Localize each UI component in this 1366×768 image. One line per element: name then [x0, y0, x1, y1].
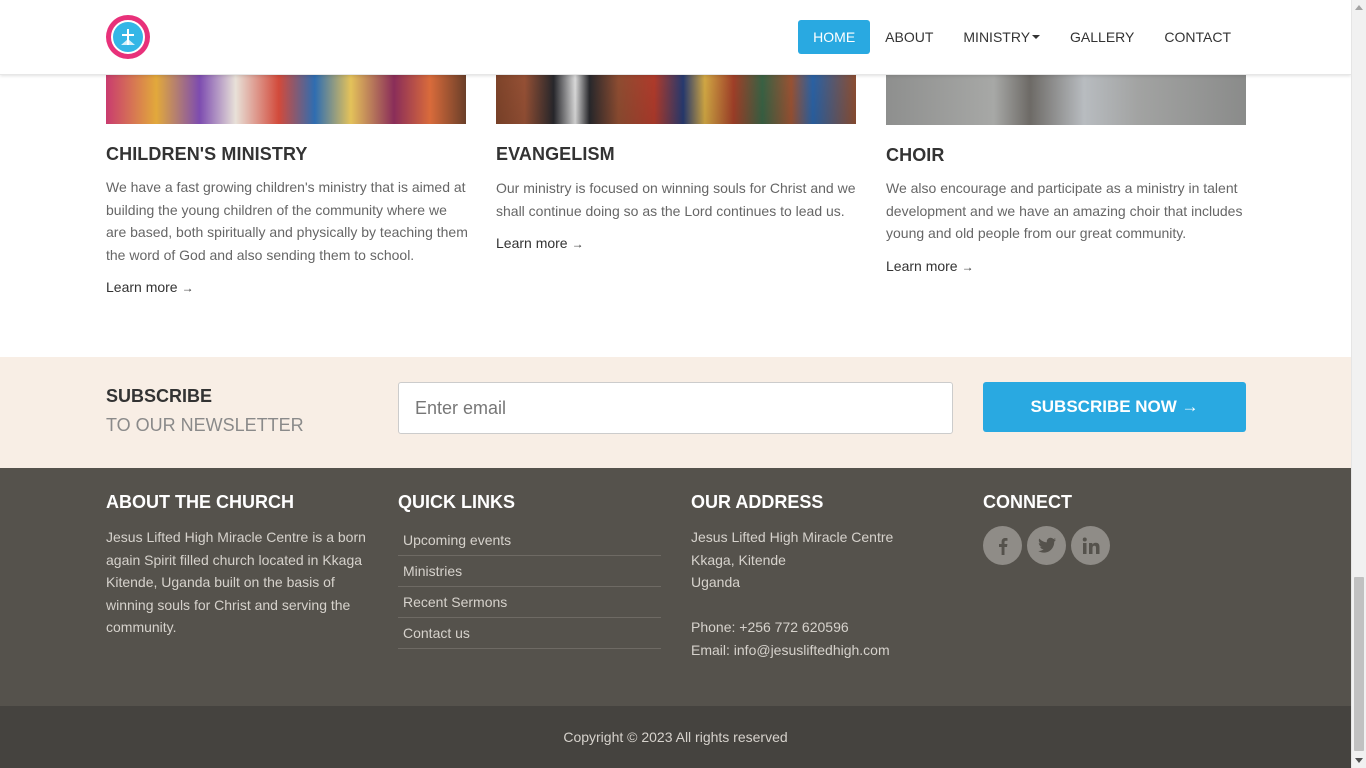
- linkedin-icon[interactable]: [1071, 526, 1110, 565]
- email-address: Email: info@jesusliftedhigh.com: [691, 641, 890, 658]
- phone-number: Phone: +256 772 620596: [691, 619, 849, 635]
- nav-ministry[interactable]: MINISTRY: [948, 20, 1055, 54]
- newsletter-section: SUBSCRIBE TO OUR NEWSLETTER SUBSCRIBE NO…: [0, 357, 1351, 468]
- site-header: HOME ABOUT MINISTRY GALLERY CONTACT: [0, 0, 1351, 75]
- scroll-down-arrow-icon[interactable]: [1355, 758, 1363, 763]
- subscribe-subtitle: TO OUR NEWSLETTER: [106, 415, 304, 435]
- page: CHILDREN'S MINISTRY We have a fast growi…: [0, 0, 1351, 768]
- twitter-icon[interactable]: [1027, 526, 1066, 565]
- quick-link-upcoming-events[interactable]: Upcoming events: [398, 525, 661, 556]
- learn-more-label: Learn more: [496, 235, 568, 251]
- address-block: Jesus Lifted High Miracle Centre Kkaga, …: [691, 526, 961, 661]
- learn-more-label: Learn more: [106, 279, 178, 295]
- quick-link-contact-us[interactable]: Contact us: [398, 618, 661, 649]
- learn-more-link[interactable]: Learn more →: [496, 235, 584, 251]
- arrow-right-icon: →: [961, 260, 974, 274]
- nav-home[interactable]: HOME: [798, 20, 871, 54]
- address-line-2: Kkaga, Kitende: [691, 551, 786, 568]
- church-logo[interactable]: [106, 15, 150, 59]
- subscribe-button[interactable]: SUBSCRIBE NOW →: [983, 382, 1246, 432]
- logo-emblem-icon: [111, 20, 145, 54]
- about-text: Jesus Lifted High Miracle Centre is a bo…: [106, 529, 366, 635]
- card-description: Our ministry is focused on winning souls…: [496, 180, 856, 219]
- facebook-icon[interactable]: [983, 526, 1022, 565]
- quick-links-heading: QUICK LINKS: [398, 492, 515, 512]
- arrow-right-icon: →: [571, 237, 584, 251]
- about-heading: ABOUT THE CHURCH: [106, 492, 294, 512]
- scrollbar-thumb[interactable]: [1354, 577, 1364, 751]
- card-title: EVANGELISM: [496, 144, 615, 164]
- nav-contact[interactable]: CONTACT: [1149, 20, 1246, 54]
- copyright-text: Copyright © 2023 All rights reserved: [0, 706, 1351, 768]
- card-description: We also encourage and participate as a m…: [886, 180, 1243, 241]
- subscribe-title: SUBSCRIBE: [106, 386, 213, 406]
- main-nav: HOME ABOUT MINISTRY GALLERY CONTACT: [798, 20, 1246, 54]
- learn-more-link[interactable]: Learn more →: [886, 258, 974, 274]
- nav-about[interactable]: ABOUT: [870, 20, 948, 54]
- card-title: CHILDREN'S MINISTRY: [106, 144, 308, 164]
- address-heading: OUR ADDRESS: [691, 492, 824, 512]
- card-description: We have a fast growing children's minist…: [106, 179, 468, 263]
- social-links: [983, 526, 1115, 565]
- learn-more-link[interactable]: Learn more →: [106, 279, 194, 295]
- nav-ministry-label: MINISTRY: [963, 29, 1031, 45]
- address-line-3: Uganda: [691, 574, 741, 590]
- card-title: CHOIR: [886, 145, 945, 165]
- nav-gallery[interactable]: GALLERY: [1055, 20, 1149, 54]
- email-input[interactable]: [398, 382, 953, 434]
- quick-link-ministries[interactable]: Ministries: [398, 556, 661, 587]
- page-scrollbar[interactable]: [1351, 0, 1366, 768]
- caret-down-icon: [1032, 35, 1041, 40]
- quick-links-list: Upcoming events Ministries Recent Sermon…: [398, 525, 661, 649]
- arrow-right-icon: →: [181, 281, 194, 295]
- quick-link-recent-sermons[interactable]: Recent Sermons: [398, 587, 661, 618]
- learn-more-label: Learn more: [886, 258, 958, 274]
- scroll-up-arrow-icon[interactable]: [1355, 5, 1363, 10]
- address-line-1: Jesus Lifted High Miracle Centre: [691, 529, 894, 545]
- connect-heading: CONNECT: [983, 492, 1072, 512]
- site-footer: ABOUT THE CHURCH Jesus Lifted High Mirac…: [0, 468, 1351, 706]
